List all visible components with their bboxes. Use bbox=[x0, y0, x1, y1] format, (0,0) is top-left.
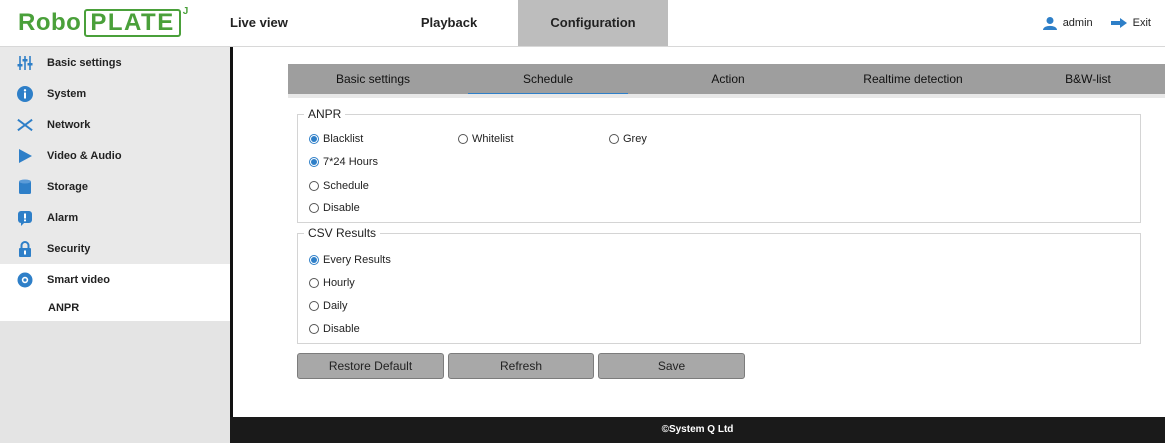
user-menu[interactable]: admin bbox=[1042, 16, 1093, 30]
nav-playback[interactable]: Playback bbox=[380, 0, 518, 46]
tab-basic-settings[interactable]: Basic settings bbox=[288, 64, 458, 94]
radio-daily[interactable]: Daily bbox=[309, 300, 347, 312]
info-icon bbox=[17, 85, 33, 102]
radio-grey[interactable]: Grey bbox=[609, 133, 647, 145]
sidebar-item-label: Alarm bbox=[47, 211, 79, 224]
logo-text-robo: Robo bbox=[18, 9, 82, 36]
main-content: Basic settings Schedule Action Realtime … bbox=[230, 47, 1165, 417]
anpr-legend: ANPR bbox=[308, 107, 342, 121]
radio-every-results[interactable]: Every Results bbox=[309, 254, 391, 266]
radio-label: Grey bbox=[623, 133, 647, 145]
anpr-fieldset: ANPR bbox=[297, 107, 1141, 223]
sidebar-item-security[interactable]: Security bbox=[0, 233, 230, 264]
radio-hourly[interactable]: Hourly bbox=[309, 277, 355, 289]
tab-bw-list[interactable]: B&W-list bbox=[1008, 64, 1165, 94]
sidebar-item-label: System bbox=[47, 87, 87, 100]
arrow-right-icon bbox=[1110, 18, 1127, 28]
user-icon bbox=[1042, 17, 1057, 30]
save-button[interactable]: Save bbox=[598, 353, 745, 379]
sidebar-item-label: Basic settings bbox=[47, 56, 122, 69]
radio-blacklist[interactable]: Blacklist bbox=[309, 133, 363, 145]
top-nav: Live view Playback Configuration bbox=[230, 0, 668, 46]
sidebar-item-smart-video[interactable]: Smart video bbox=[0, 264, 230, 295]
sidebar-subitem-anpr[interactable]: ANPR bbox=[0, 295, 230, 321]
radio-dot bbox=[309, 324, 319, 334]
radio-dot bbox=[309, 203, 319, 213]
radio-whitelist[interactable]: Whitelist bbox=[458, 133, 514, 145]
radio-schedule[interactable]: Schedule bbox=[309, 180, 369, 192]
csv-fieldset: CSV Results bbox=[297, 226, 1141, 344]
radio-label: Hourly bbox=[323, 277, 355, 289]
radio-dot-selected bbox=[309, 134, 319, 144]
radio-dot bbox=[309, 181, 319, 191]
sidebar-item-label: Network bbox=[47, 118, 91, 131]
restore-default-button[interactable]: Restore Default bbox=[297, 353, 444, 379]
sidebar-filler bbox=[0, 321, 230, 443]
radio-label: Every Results bbox=[323, 254, 391, 266]
sidebar-item-system[interactable]: System bbox=[0, 78, 230, 109]
sidebar-item-alarm[interactable]: Alarm bbox=[0, 202, 230, 233]
nav-configuration[interactable]: Configuration bbox=[518, 0, 668, 46]
exit-button[interactable]: Exit bbox=[1110, 17, 1151, 29]
header: Robo PLATE J Live view Playback Configur… bbox=[0, 0, 1165, 47]
database-icon bbox=[17, 179, 33, 195]
sidebar-item-label: Video & Audio bbox=[47, 149, 122, 162]
sidebar-item-basic-settings[interactable]: Basic settings bbox=[0, 47, 230, 78]
tab-realtime-detection[interactable]: Realtime detection bbox=[818, 64, 1008, 94]
sidebar-item-label: Smart video bbox=[47, 273, 110, 286]
logo-mark: J bbox=[182, 6, 189, 17]
tab-bar: Basic settings Schedule Action Realtime … bbox=[288, 64, 1165, 96]
tab-underline-strip bbox=[288, 94, 1165, 98]
radio-label: Disable bbox=[323, 202, 360, 214]
radio-label: Daily bbox=[323, 300, 348, 312]
sidebar-item-network[interactable]: Network bbox=[0, 109, 230, 140]
sidebar: Basic settings System Network Video & Au… bbox=[0, 47, 230, 443]
logo-text-plate: PLATE bbox=[84, 9, 181, 37]
radio-disable-schedule[interactable]: Disable bbox=[309, 202, 360, 214]
tab-action[interactable]: Action bbox=[638, 64, 818, 94]
radio-7x24-hours[interactable]: 7*24 Hours bbox=[309, 156, 378, 168]
tab-schedule[interactable]: Schedule bbox=[458, 64, 638, 96]
radio-label: Whitelist bbox=[472, 133, 514, 145]
play-icon bbox=[17, 148, 33, 164]
alarm-icon bbox=[17, 210, 33, 226]
radio-dot-selected bbox=[309, 255, 319, 265]
username: admin bbox=[1062, 17, 1093, 29]
sidebar-item-label: Security bbox=[47, 242, 91, 255]
lock-icon bbox=[17, 240, 33, 257]
network-icon bbox=[17, 117, 33, 133]
exit-label: Exit bbox=[1132, 17, 1151, 29]
radio-label: Blacklist bbox=[323, 133, 364, 145]
roboplate-logo: Robo PLATE J bbox=[18, 6, 189, 38]
radio-label: 7*24 Hours bbox=[323, 156, 379, 168]
nav-live-view[interactable]: Live view bbox=[230, 0, 300, 46]
radio-dot bbox=[309, 301, 319, 311]
refresh-button[interactable]: Refresh bbox=[448, 353, 594, 379]
sliders-icon bbox=[17, 55, 33, 71]
radio-dot-selected bbox=[309, 157, 319, 167]
radio-dot bbox=[309, 278, 319, 288]
radio-dot bbox=[458, 134, 468, 144]
sidebar-item-video-audio[interactable]: Video & Audio bbox=[0, 140, 230, 171]
smart-video-icon bbox=[17, 272, 33, 288]
csv-legend: CSV Results bbox=[308, 226, 377, 240]
radio-dot bbox=[609, 134, 619, 144]
sidebar-item-label: Storage bbox=[47, 180, 88, 193]
sidebar-item-storage[interactable]: Storage bbox=[0, 171, 230, 202]
radio-label: Disable bbox=[323, 323, 360, 335]
user-area: admin Exit bbox=[1025, 0, 1151, 46]
radio-label: Schedule bbox=[323, 180, 369, 192]
radio-disable-csv[interactable]: Disable bbox=[309, 323, 360, 335]
footer-copyright: ©System Q Ltd bbox=[230, 417, 1165, 443]
